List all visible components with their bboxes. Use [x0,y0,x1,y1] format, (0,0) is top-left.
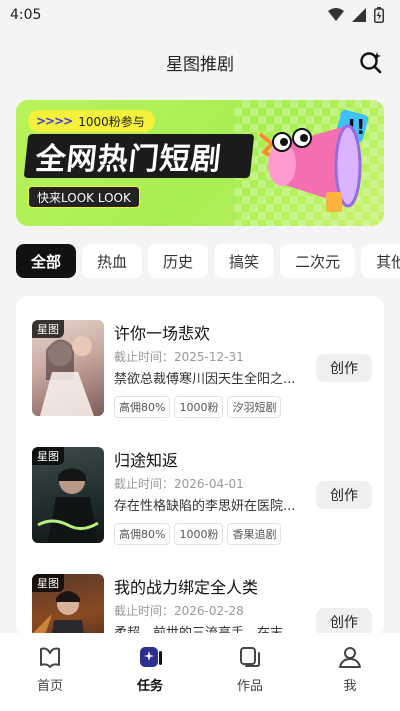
signal-icon [352,8,366,22]
tab-comedy[interactable]: 搞笑 [214,244,275,278]
tag-commission: 高佣80% [114,523,171,545]
works-icon [240,647,260,667]
drama-poster[interactable]: 星图 [32,447,104,543]
nav-works[interactable]: 作品 [220,645,280,711]
list-item[interactable]: 星图 我的战力绑定全人类 截止时间：2026-02-28 柔超，前世的三流高手，… [32,574,372,636]
nav-home-label: 首页 [36,679,63,694]
page-title: 星图推剧 [166,54,234,75]
poster-badge: 星图 [32,447,64,465]
banner-title: 全网热门短剧 [23,134,255,178]
banner-subtitle: 快来LOOK LOOK [28,186,140,208]
task-icon [140,647,162,667]
drama-poster[interactable]: 星图 [32,574,104,636]
tag-studio: 香果追剧 [227,523,282,545]
battery-icon [374,7,384,23]
create-button[interactable]: 创作 [316,608,372,636]
drama-deadline: 截止时间：2025-12-31 [114,350,244,364]
status-icons [328,7,384,23]
drama-tags: 高佣80% 1000粉 汐羽短剧 [114,396,282,418]
megaphone-icon: !! [258,109,369,212]
page-header: 星图推剧 [0,44,400,80]
drama-description: 禁欲总裁傅寒川因天生全阳之... [114,372,296,387]
drama-list: 星图 许你一场悲欢 截止时间：2025-12-31 禁欲总裁傅寒川因天生全阳之.… [16,296,384,636]
create-button[interactable]: 创作 [316,354,372,382]
nav-profile[interactable]: 我 [320,645,380,711]
banner-arrows: >>>> [36,114,73,128]
drama-poster[interactable]: 星图 [32,320,104,416]
tag-studio: 汐羽短剧 [227,396,282,418]
tag-followers: 1000粉 [174,523,224,545]
list-item[interactable]: 星图 归途知返 截止时间：2026-04-01 存在性格缺陷的李思妍在医院...… [32,447,372,557]
nav-task-label: 任务 [136,679,163,694]
nav-profile-label: 我 [343,679,357,694]
profile-icon [339,647,361,668]
tab-all[interactable]: 全部 [16,244,77,278]
drama-title: 许你一场悲欢 [114,324,211,343]
promo-banner[interactable]: >>>> 1000粉参与 全网热门短剧 快来LOOK LOOK !! [16,100,384,226]
drama-tags: 高佣80% 1000粉 香果追剧 [114,523,282,545]
drama-description: 存在性格缺陷的李思妍在医院... [114,499,296,514]
status-bar: 4:05 [0,0,400,30]
drama-deadline: 截止时间：2026-02-28 [114,604,244,618]
drama-title: 我的战力绑定全人类 [114,578,259,597]
wifi-icon [328,8,344,21]
tab-history[interactable]: 历史 [148,244,209,278]
drama-title: 归途知返 [114,451,179,470]
search-sparkle-icon[interactable] [358,49,384,75]
create-button[interactable]: 创作 [316,481,372,509]
nav-task[interactable]: 任务 [120,645,180,711]
home-icon [40,647,60,668]
status-time: 4:05 [10,7,42,23]
tab-anime[interactable]: 二次元 [280,244,356,278]
tag-commission: 高佣80% [114,396,171,418]
poster-badge: 星图 [32,320,64,338]
banner-pill-text: 1000粉参与 [78,114,145,129]
nav-home[interactable]: 首页 [20,645,80,711]
bottom-navigation: 首页 任务 作品 我 [0,633,400,711]
list-item[interactable]: 星图 许你一场悲欢 截止时间：2025-12-31 禁欲总裁傅寒川因天生全阳之.… [32,320,372,430]
nav-works-label: 作品 [236,679,263,694]
banner-pill: >>>> 1000粉参与 [28,110,155,132]
poster-badge: 星图 [32,574,64,592]
tab-hot-blood[interactable]: 热血 [82,244,143,278]
tab-other[interactable]: 其他 [361,244,400,278]
drama-deadline: 截止时间：2026-04-01 [114,477,244,491]
category-tabs: 全部 热血 历史 搞笑 二次元 其他 [16,244,400,278]
tag-followers: 1000粉 [174,396,224,418]
